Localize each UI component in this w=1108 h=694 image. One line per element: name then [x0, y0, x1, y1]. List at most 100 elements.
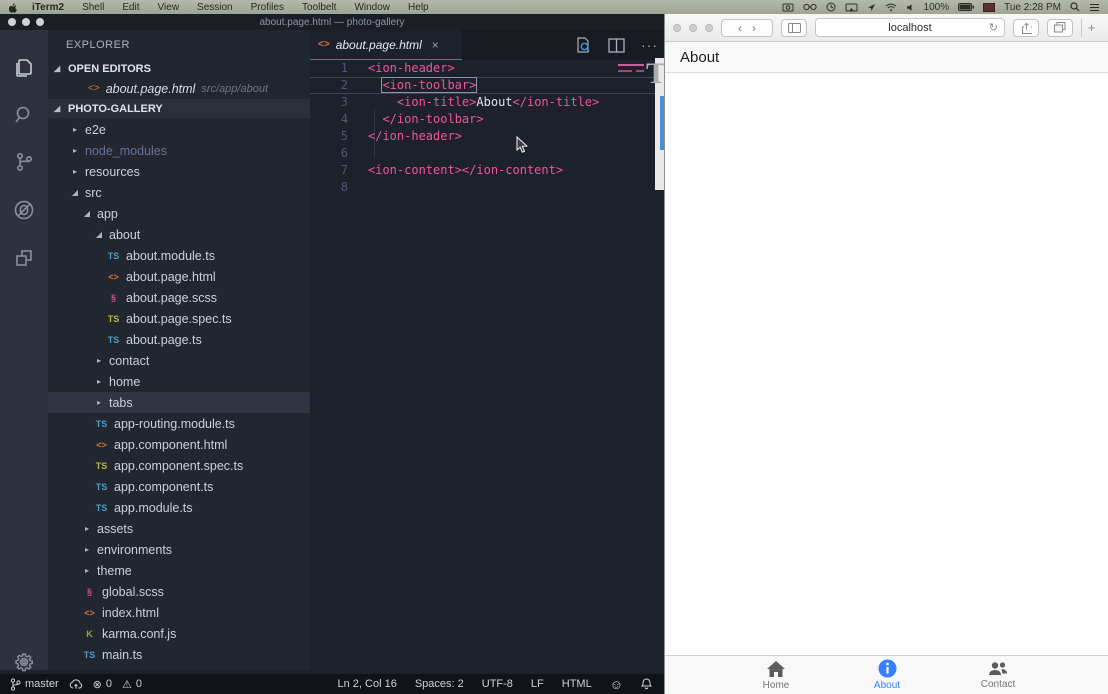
code-line-8[interactable]: 8: [310, 179, 664, 196]
open-editors-header[interactable]: ◢ OPEN EDITORS: [48, 59, 310, 78]
open-preview-icon[interactable]: [574, 36, 592, 54]
menu-clock[interactable]: Tue 2:28 PM: [1004, 2, 1061, 13]
minimize-window-button[interactable]: [689, 24, 697, 32]
tree-file-about.page.ts[interactable]: TSabout.page.ts: [48, 329, 310, 350]
code-tag-token: <ion-content>: [368, 163, 462, 177]
code-line-4[interactable]: 4 </ion-toolbar>: [310, 111, 664, 128]
address-bar[interactable]: localhost ↻: [815, 18, 1005, 37]
more-actions-icon[interactable]: ···: [641, 37, 658, 53]
tree-folder-app[interactable]: ◢app: [48, 203, 310, 224]
tree-folder-tabs[interactable]: ▸tabs: [48, 392, 310, 413]
tree-folder-home[interactable]: ▸home: [48, 371, 310, 392]
tree-folder-theme[interactable]: ▸theme: [48, 560, 310, 581]
tab-contact[interactable]: Contact: [943, 656, 1054, 694]
volume-icon[interactable]: [906, 3, 915, 12]
tree-file-app.component.html[interactable]: <>app.component.html: [48, 434, 310, 455]
code-line-6[interactable]: 6: [310, 145, 664, 162]
debug-icon[interactable]: [12, 198, 36, 222]
encoding[interactable]: UTF-8: [482, 678, 513, 690]
tree-folder-resources[interactable]: ▸resources: [48, 161, 310, 182]
notifications-bell-icon[interactable]: [641, 678, 652, 690]
code-line-7[interactable]: 7<ion-content></ion-content>: [310, 162, 664, 179]
sync-status[interactable]: [69, 679, 83, 690]
apple-icon[interactable]: [8, 2, 17, 13]
menu-item-window[interactable]: Window: [345, 2, 399, 13]
code-editor[interactable]: 1<ion-header>2 <ion-toolbar>3 <ion-title…: [310, 60, 664, 670]
tree-file-main.ts[interactable]: TSmain.ts: [48, 644, 310, 665]
cursor-position[interactable]: Ln 2, Col 16: [338, 678, 397, 690]
glasses-icon[interactable]: [803, 3, 817, 11]
menu-item-profiles[interactable]: Profiles: [242, 2, 293, 13]
battery-icon[interactable]: [958, 3, 974, 11]
menu-item-view[interactable]: View: [149, 2, 189, 13]
tree-folder-contact[interactable]: ▸contact: [48, 350, 310, 371]
eol-type[interactable]: LF: [531, 678, 544, 690]
feedback-smiley-icon[interactable]: ☺: [610, 677, 623, 692]
open-editor-item[interactable]: <> about.page.html src/app/about: [48, 78, 310, 99]
tree-file-index.html[interactable]: <>index.html: [48, 602, 310, 623]
forward-button[interactable]: ›: [752, 21, 756, 35]
git-branch-status[interactable]: master: [10, 678, 59, 691]
extensions-icon[interactable]: [12, 246, 36, 270]
close-tab-icon[interactable]: ×: [432, 38, 439, 52]
menu-item-toolbelt[interactable]: Toolbelt: [293, 2, 345, 13]
tree-folder-assets[interactable]: ▸assets: [48, 518, 310, 539]
tree-file-about.page.spec.ts[interactable]: TSabout.page.spec.ts: [48, 308, 310, 329]
menu-item-iterm2[interactable]: iTerm2: [23, 2, 73, 13]
tab-about-page-html[interactable]: <> about.page.html ×: [310, 30, 462, 60]
screenshot-icon[interactable]: [782, 2, 794, 12]
tree-file-about.module.ts[interactable]: TSabout.module.ts: [48, 245, 310, 266]
input-source-flag-icon[interactable]: [983, 3, 995, 12]
tree-file-app-routing.module.ts[interactable]: TSapp-routing.module.ts: [48, 413, 310, 434]
close-window-button[interactable]: [673, 24, 681, 32]
minimap: [618, 70, 632, 72]
tree-file-app.component.ts[interactable]: TSapp.component.ts: [48, 476, 310, 497]
tree-file-about.page.html[interactable]: <>about.page.html: [48, 266, 310, 287]
tree-folder-about[interactable]: ◢about: [48, 224, 310, 245]
language-mode[interactable]: HTML: [562, 678, 592, 690]
code-tag-token: <ion-header>: [368, 61, 455, 75]
share-button[interactable]: [1013, 19, 1039, 37]
tree-folder-environments[interactable]: ▸environments: [48, 539, 310, 560]
display-mirroring-icon[interactable]: [845, 3, 858, 12]
tree-folder-node_modules[interactable]: ▸node_modules: [48, 140, 310, 161]
tree-file-app.module.ts[interactable]: TSapp.module.ts: [48, 497, 310, 518]
code-line-3[interactable]: 3 <ion-title>About</ion-title>: [310, 94, 664, 111]
location-icon[interactable]: [867, 3, 876, 12]
code-line-5[interactable]: 5</ion-header>: [310, 128, 664, 145]
explorer-icon[interactable]: [12, 56, 36, 80]
settings-gear-icon[interactable]: [12, 650, 36, 674]
tree-file-app.component.spec.ts[interactable]: TSapp.component.spec.ts: [48, 455, 310, 476]
back-button[interactable]: ‹: [738, 21, 742, 35]
errors-status[interactable]: ⊗ 0: [93, 678, 112, 691]
spotlight-icon[interactable]: [1070, 2, 1080, 12]
menu-item-edit[interactable]: Edit: [113, 2, 148, 13]
project-section-header[interactable]: ◢ PHOTO-GALLERY: [48, 99, 310, 118]
code-line-1[interactable]: 1<ion-header>: [310, 60, 664, 77]
menu-item-help[interactable]: Help: [399, 2, 438, 13]
tab-home[interactable]: Home: [721, 656, 832, 694]
split-editor-icon[interactable]: [608, 38, 625, 53]
notification-center-icon[interactable]: [1089, 3, 1100, 12]
tree-file-karma.conf.js[interactable]: Kkarma.conf.js: [48, 623, 310, 644]
tab-about[interactable]: About: [832, 656, 943, 694]
tab-overview-button[interactable]: [1047, 19, 1073, 37]
search-icon[interactable]: [12, 103, 36, 127]
warnings-status[interactable]: ⚠ 0: [122, 678, 142, 691]
tree-folder-e2e[interactable]: ▸e2e: [48, 119, 310, 140]
menu-item-session[interactable]: Session: [188, 2, 242, 13]
wifi-icon[interactable]: [885, 3, 897, 12]
source-control-icon[interactable]: [12, 150, 36, 174]
tree-file-about.page.scss[interactable]: §about.page.scss: [48, 287, 310, 308]
code-line-2[interactable]: 2 <ion-toolbar>: [310, 77, 664, 94]
clock-icon[interactable]: [826, 2, 836, 12]
sidebar-toggle-button[interactable]: [781, 19, 807, 37]
menu-item-shell[interactable]: Shell: [73, 2, 113, 13]
reload-icon[interactable]: ↻: [989, 21, 998, 34]
tree-folder-src[interactable]: ◢src: [48, 182, 310, 203]
new-tab-button[interactable]: +: [1081, 19, 1101, 37]
zoom-window-button[interactable]: [705, 24, 713, 32]
tree-file-global.scss[interactable]: §global.scss: [48, 581, 310, 602]
indentation[interactable]: Spaces: 2: [415, 678, 464, 690]
vscode-title-bar[interactable]: about.page.html — photo-gallery: [0, 14, 664, 30]
